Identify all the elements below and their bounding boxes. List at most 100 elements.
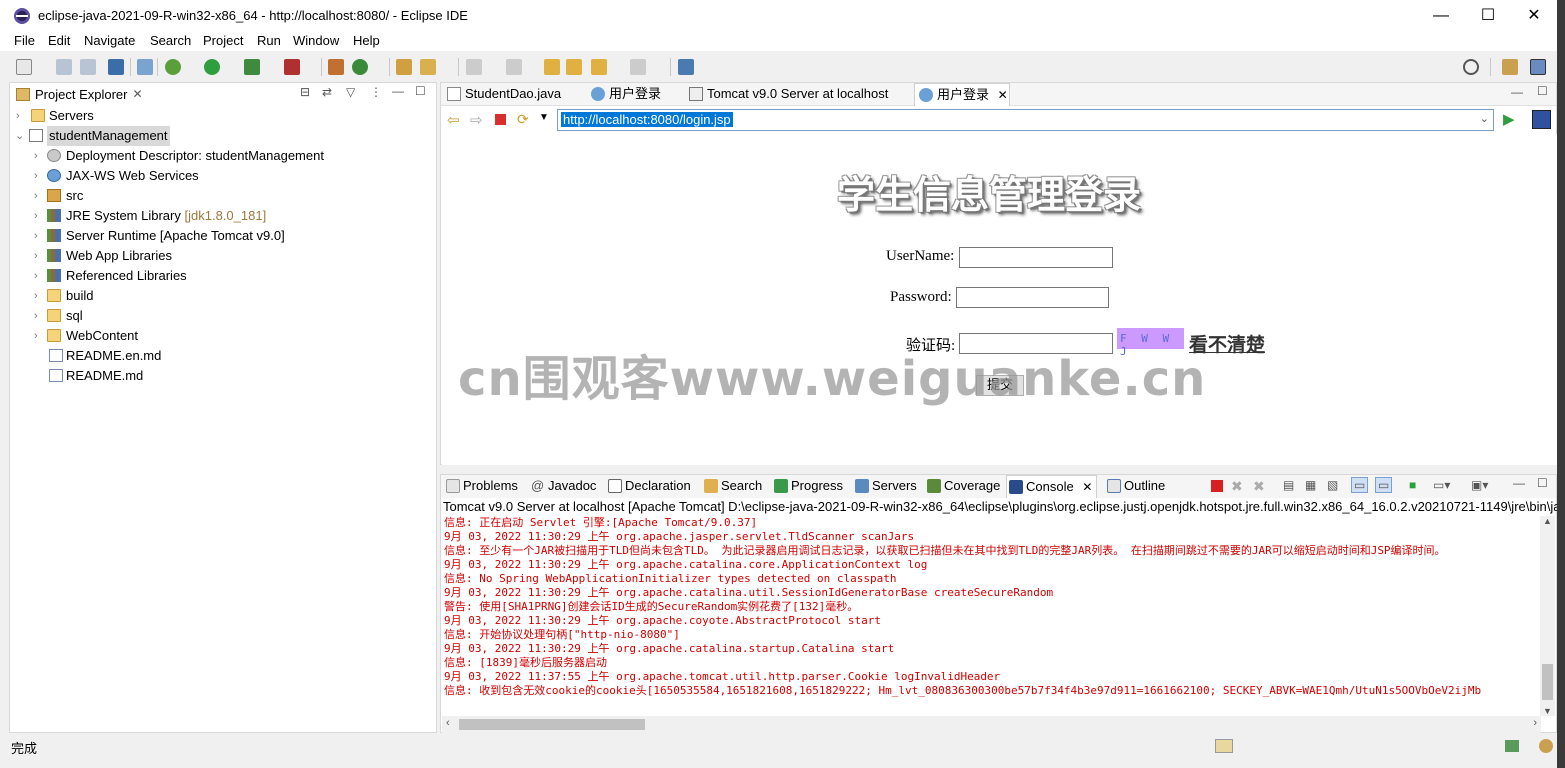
show-stderr-icon[interactable]: ▭: [1375, 477, 1393, 493]
show-stdout-icon[interactable]: ▭: [1351, 477, 1369, 493]
menu-search[interactable]: Search: [150, 33, 191, 48]
tree-item-referenced-libraries[interactable]: › Referenced Libraries: [10, 266, 436, 286]
scroll-up-icon[interactable]: ▲: [1543, 516, 1552, 526]
tree-item-sql[interactable]: › sql: [10, 306, 436, 326]
menu-project[interactable]: Project: [203, 33, 243, 48]
console-horizontal-scrollbar[interactable]: ‹ ›: [442, 716, 1541, 733]
save-all-icon[interactable]: [80, 59, 96, 75]
refresh-icon[interactable]: ⟳: [517, 111, 529, 128]
browser-forward-icon[interactable]: ⇨: [470, 111, 483, 129]
new-icon[interactable]: [16, 59, 32, 75]
expand-icon[interactable]: ›: [34, 186, 44, 206]
tree-item-readme[interactable]: README.md: [10, 366, 436, 386]
tab-servers[interactable]: Servers: [853, 475, 917, 498]
display-console-icon[interactable]: ▭▾: [1433, 478, 1450, 492]
tree-item-servers[interactable]: › Servers: [10, 106, 436, 126]
open-task-icon[interactable]: [420, 59, 436, 75]
tree-item-studentmanagement[interactable]: ⌄ studentManagement: [10, 126, 436, 146]
view-menu-icon[interactable]: ⋮: [370, 85, 382, 99]
back-icon[interactable]: [591, 59, 607, 75]
scrollbar-thumb[interactable]: [459, 719, 645, 730]
open-console-icon[interactable]: ▣▾: [1471, 478, 1488, 492]
expand-icon[interactable]: ›: [34, 206, 44, 226]
collapse-icon[interactable]: ⌄: [15, 126, 25, 146]
password-input[interactable]: [956, 287, 1109, 308]
tab-project-explorer[interactable]: Project Explorer ✕: [10, 83, 149, 105]
tree-item-web-app-libraries[interactable]: › Web App Libraries: [10, 246, 436, 266]
java-ee-perspective-icon[interactable]: [1530, 59, 1546, 75]
scroll-lock-icon[interactable]: ▦: [1305, 478, 1316, 492]
save-icon[interactable]: [56, 59, 72, 75]
tab-search[interactable]: Search: [702, 475, 762, 498]
remove-launch-icon[interactable]: ✖: [1231, 478, 1243, 495]
collapse-all-icon[interactable]: ⊟: [300, 85, 310, 99]
maximize-button[interactable]: ☐: [1465, 0, 1511, 31]
console-vertical-scrollbar[interactable]: ▲ ▼: [1540, 516, 1555, 716]
minimize-view-icon[interactable]: —: [392, 84, 404, 98]
menu-window[interactable]: Window: [293, 33, 339, 48]
clear-console-icon[interactable]: ▤: [1283, 478, 1294, 492]
expand-icon[interactable]: ›: [34, 226, 44, 246]
scrollbar-thumb[interactable]: [1542, 664, 1553, 700]
clipboard-icon[interactable]: [1215, 739, 1233, 753]
expand-icon[interactable]: ›: [34, 266, 44, 286]
tab-console[interactable]: Console ✕: [1006, 475, 1098, 498]
stop-icon[interactable]: [495, 114, 506, 125]
tab-problems[interactable]: Problems: [444, 475, 518, 498]
expand-icon[interactable]: ›: [34, 326, 44, 346]
tab-login-page-1[interactable]: 用户登录: [587, 83, 677, 106]
tree-item-server-runtime[interactable]: › Server Runtime [Apache Tomcat v9.0]: [10, 226, 436, 246]
scroll-right-icon[interactable]: ›: [1533, 717, 1537, 729]
debug-icon[interactable]: [165, 59, 181, 75]
terminate-icon[interactable]: [1211, 480, 1223, 492]
tab-tomcat-server[interactable]: Tomcat v9.0 Server at localhost: [685, 83, 909, 106]
minimize-editor-icon[interactable]: —: [1511, 85, 1523, 99]
menu-help[interactable]: Help: [353, 33, 380, 48]
tree-item-src[interactable]: › src: [10, 186, 436, 206]
tab-coverage[interactable]: Coverage: [925, 475, 1000, 498]
expand-icon[interactable]: ›: [34, 246, 44, 266]
pin-console-icon[interactable]: ■: [1409, 478, 1416, 492]
tree-item-build[interactable]: › build: [10, 286, 436, 306]
menu-run[interactable]: Run: [257, 33, 281, 48]
link-editor-icon[interactable]: ⇄: [322, 85, 332, 99]
minimize-view-icon[interactable]: —: [1513, 476, 1525, 490]
scroll-down-icon[interactable]: ▼: [1543, 706, 1552, 716]
expand-icon[interactable]: ›: [34, 286, 44, 306]
filter-icon[interactable]: ▽: [346, 85, 355, 99]
username-input[interactable]: [959, 247, 1113, 268]
scroll-left-icon[interactable]: ‹: [446, 717, 450, 729]
close-tab-icon[interactable]: ✕: [1082, 480, 1092, 494]
maximize-view-icon[interactable]: ☐: [415, 84, 426, 98]
tab-studentdao[interactable]: StudentDao.java: [443, 83, 583, 106]
expand-icon[interactable]: ›: [34, 166, 44, 186]
maximize-view-icon[interactable]: ☐: [1537, 476, 1548, 490]
browser-back-icon[interactable]: ⇦: [447, 111, 460, 129]
new-server-icon[interactable]: [328, 59, 344, 75]
tab-progress[interactable]: Progress: [772, 475, 843, 498]
close-icon[interactable]: ✕: [132, 87, 142, 101]
maximize-editor-icon[interactable]: ☐: [1537, 84, 1548, 98]
remove-all-icon[interactable]: ✖: [1253, 478, 1265, 495]
prev-annotation-icon[interactable]: [506, 59, 522, 75]
menu-navigate[interactable]: Navigate: [84, 33, 135, 48]
tab-declaration[interactable]: Declaration: [606, 475, 691, 498]
close-tab-icon[interactable]: ✕: [998, 88, 1008, 102]
chevron-down-icon[interactable]: ⌄: [1480, 112, 1489, 125]
server-status-icon[interactable]: [1505, 740, 1519, 752]
coverage-run-icon[interactable]: [244, 59, 260, 75]
minimize-button[interactable]: —: [1418, 0, 1464, 31]
run-icon[interactable]: [204, 59, 220, 75]
tab-javadoc[interactable]: @ Javadoc: [529, 475, 596, 498]
tree-item-webcontent[interactable]: › WebContent: [10, 326, 436, 346]
close-window-button[interactable]: ✕: [1511, 0, 1557, 31]
skip-breakpoints-icon[interactable]: [137, 59, 153, 75]
notification-icon[interactable]: [1539, 739, 1553, 753]
console-output[interactable]: 信息: 正在启动 Servlet 引擎:[Apache Tomcat/9.0.3…: [442, 516, 1541, 716]
expand-icon[interactable]: ›: [34, 306, 44, 326]
tree-item-jre-library[interactable]: › JRE System Library [jdk1.8.0_181]: [10, 206, 436, 226]
open-perspective-icon[interactable]: [678, 59, 694, 75]
menu-edit[interactable]: Edit: [48, 33, 70, 48]
tree-item-jax-ws[interactable]: › JAX-WS Web Services: [10, 166, 436, 186]
tree-item-readme-en[interactable]: README.en.md: [10, 346, 436, 366]
